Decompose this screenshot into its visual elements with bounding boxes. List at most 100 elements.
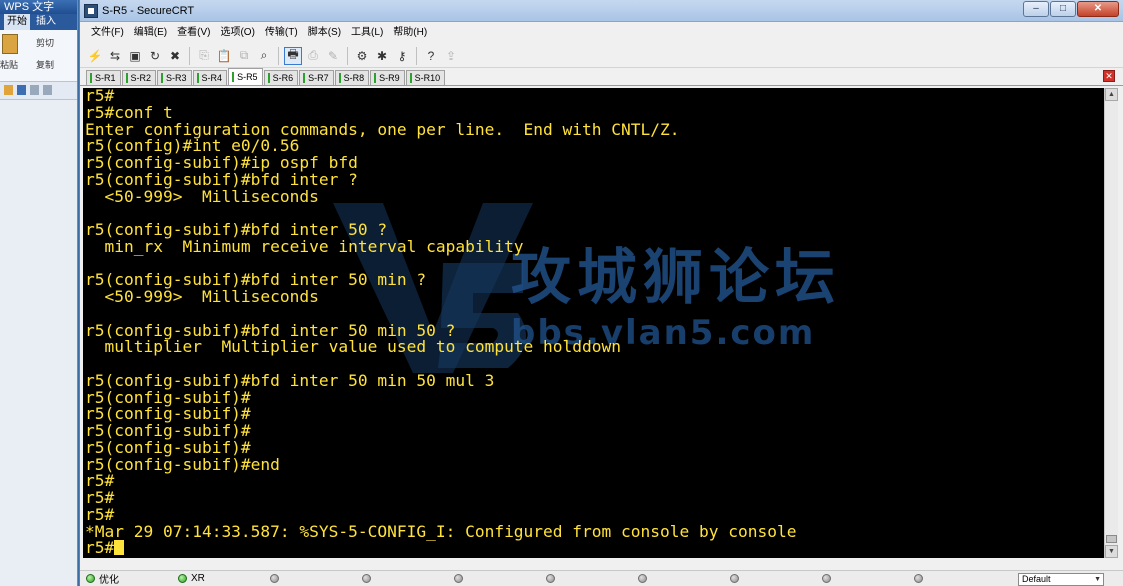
copy-label[interactable]: 复制: [36, 58, 54, 71]
scroll-up-icon[interactable]: ▲: [1105, 88, 1118, 101]
status-indicator: [448, 571, 540, 586]
cut-label[interactable]: 剪切: [36, 36, 54, 49]
status-led-icon: [822, 574, 831, 583]
background-tab-home[interactable]: 开始: [4, 14, 30, 30]
terminal-prompt-line: r5#: [85, 538, 796, 558]
sftp-icon[interactable]: ⇪: [442, 47, 460, 65]
scroll-down-icon[interactable]: ▼: [1105, 545, 1118, 558]
folder-icon[interactable]: [4, 85, 13, 95]
window-title: S-R5 - SecureCRT: [102, 4, 195, 17]
global-options-icon[interactable]: ✱: [373, 47, 391, 65]
tab-s-r3[interactable]: S-R3: [157, 70, 192, 85]
tab-s-r9[interactable]: S-R9: [370, 70, 405, 85]
status-select[interactable]: Default ▼: [1018, 573, 1104, 586]
status-led-icon: [914, 574, 923, 583]
status-led-icon: [730, 574, 739, 583]
quick-connect-icon[interactable]: ⇆: [106, 47, 124, 65]
tab-s-r8[interactable]: S-R8: [334, 70, 370, 85]
status-bar: 优化 XR Default ▼: [80, 570, 1123, 586]
menu-transfer[interactable]: 传输(T): [260, 22, 303, 44]
find-icon[interactable]: ⌕: [255, 47, 273, 65]
terminal-line: r5#: [85, 88, 115, 105]
menu-edit[interactable]: 编辑(E): [129, 22, 172, 44]
paste-icon[interactable]: 📋: [215, 47, 233, 65]
help-icon[interactable]: ?: [422, 47, 440, 65]
background-app-window: WPS 文字 开始 插入 粘贴 剪切 复制: [0, 0, 78, 586]
copy-paste-icon[interactable]: ⧉: [235, 47, 253, 65]
background-app-title: WPS 文字: [0, 0, 77, 14]
save-icon[interactable]: [17, 85, 26, 95]
background-ribbon: 粘贴 剪切 复制: [0, 30, 77, 82]
paste-label[interactable]: 粘贴: [0, 58, 18, 71]
preview-icon[interactable]: [43, 85, 52, 95]
tab-label: S-R1: [95, 73, 116, 83]
status-led-icon: [454, 574, 463, 583]
menu-file[interactable]: 文件(F): [86, 22, 129, 44]
tab-label: S-R9: [379, 73, 400, 83]
tab-label: S-R5: [237, 72, 258, 82]
tab-label: S-R3: [166, 73, 187, 83]
connected-indicator-icon: [232, 72, 235, 82]
tab-s-r4[interactable]: S-R4: [192, 70, 228, 85]
terminal-scrollbar[interactable]: ▲ ▼: [1104, 88, 1118, 558]
menu-options[interactable]: 选项(O): [215, 22, 259, 44]
menu-bar: 文件(F) 编辑(E) 查看(V) 选项(O) 传输(T) 脚本(S) 工具(L…: [80, 22, 1123, 44]
connect-icon[interactable]: ⚡: [86, 47, 104, 65]
status-indicator: [356, 571, 448, 586]
status-indicator: [908, 571, 1000, 586]
minimize-button[interactable]: –: [1023, 1, 1049, 17]
print-icon[interactable]: [30, 85, 39, 95]
session-tab-bar: S-R1 S-R2 S-R3 S-R4 S-R5 S-R6 S-R7 S-R8 S-R9 S-R1…: [80, 68, 1123, 86]
maximize-button[interactable]: □: [1050, 1, 1076, 17]
menu-help[interactable]: 帮助(H): [388, 22, 432, 44]
menu-tools[interactable]: 工具(L): [346, 22, 388, 44]
print-screen-icon[interactable]: ⎙: [304, 47, 322, 65]
terminal-line: <50-999> Milliseconds: [85, 186, 319, 206]
tab-label: S-R2: [130, 73, 152, 83]
log-session-icon[interactable]: ✎: [324, 47, 342, 65]
tab-s-r1[interactable]: S-R1: [86, 70, 121, 85]
scroll-thumb[interactable]: [1106, 535, 1117, 543]
terminal-line: r5#: [85, 471, 115, 491]
status-indicator: XR: [172, 571, 264, 586]
terminal-output: r5# r5#conf t Enter configuration commands…: [85, 88, 796, 557]
status-label: XR: [191, 573, 205, 584]
title-bar[interactable]: S-R5 - SecureCRT – □ ✕: [80, 0, 1123, 22]
status-led-icon: [362, 574, 371, 583]
connected-indicator-icon: [338, 73, 341, 83]
connected-indicator-icon: [161, 73, 164, 83]
reconnect-icon[interactable]: ↻: [146, 47, 164, 65]
tab-label: S-R8: [343, 73, 365, 83]
tab-s-r6[interactable]: S-R6: [263, 70, 299, 85]
tab-s-r7[interactable]: S-R7: [299, 70, 334, 85]
toolbar: ⚡ ⇆ ▣ ↻ ✖ ⎘ 📋 ⧉ ⌕ 🖶 ⎙ ✎ ⚙ ✱ ⚷? ⇪: [80, 44, 1123, 68]
status-led-icon: [86, 574, 95, 583]
terminal-line: r5(config-subif)#end: [85, 454, 280, 474]
close-tab-icon[interactable]: ✕: [1103, 70, 1115, 82]
background-tab-insert[interactable]: 插入: [36, 14, 56, 30]
paste-icon[interactable]: [2, 34, 18, 54]
tab-s-r10[interactable]: S-R10: [405, 70, 446, 85]
connected-indicator-icon: [374, 73, 377, 83]
connect-tab-icon[interactable]: ▣: [126, 47, 144, 65]
status-indicator: [816, 571, 908, 586]
close-button[interactable]: ✕: [1077, 1, 1119, 17]
keymap-icon[interactable]: ⚷: [393, 47, 411, 65]
terminal-line: *Mar 29 07:14:33.587: %SYS-5-CONFIG_I: C…: [85, 521, 797, 541]
copy-icon[interactable]: ⎘: [195, 47, 213, 65]
tab-s-r5[interactable]: S-R5: [228, 68, 263, 85]
terminal-line: r5#conf t: [85, 102, 173, 122]
print-icon[interactable]: 🖶: [284, 46, 302, 65]
status-indicator: [724, 571, 816, 586]
tab-s-r2[interactable]: S-R2: [121, 70, 157, 85]
terminal-prompt: r5#: [85, 538, 115, 558]
status-label: 优化: [99, 575, 119, 586]
connected-indicator-icon: [409, 73, 412, 83]
menu-view[interactable]: 查看(V): [172, 22, 215, 44]
terminal-pane[interactable]: 攻城狮论坛 bbs.vlan5.com r5# r5#conf t Enter co…: [83, 88, 1104, 558]
session-options-icon[interactable]: ⚙: [353, 47, 371, 65]
disconnect-icon[interactable]: ✖: [166, 47, 184, 65]
menu-script[interactable]: 脚本(S): [303, 22, 346, 44]
toolbar-separator: [416, 46, 417, 65]
terminal-line: ​: [85, 306, 796, 323]
